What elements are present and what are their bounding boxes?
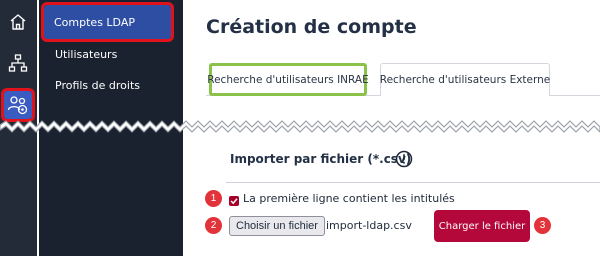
- import-section-title: Importer par fichier (*.csv): [230, 152, 412, 166]
- annotation-badge: 2: [205, 217, 222, 234]
- tab-label: Recherche d'utilisateurs INRAE: [207, 73, 369, 86]
- load-file-button[interactable]: Charger le fichier: [434, 210, 530, 242]
- network-icon[interactable]: [4, 49, 32, 77]
- home-icon[interactable]: [4, 8, 32, 36]
- submenu-item-comptes-ldap[interactable]: Comptes LDAP: [41, 2, 174, 42]
- tab-label: Recherche d'utilisateurs Externe: [379, 74, 551, 86]
- tab-recherche-externe[interactable]: Recherche d'utilisateurs Externe: [380, 63, 550, 96]
- annotation-badge: 3: [534, 217, 551, 234]
- submenu-item-profils-de-droits[interactable]: Profils de droits: [45, 75, 175, 95]
- choose-file-button[interactable]: Choisir un fichier: [229, 216, 325, 236]
- section-divider: [226, 182, 600, 183]
- tab-recherche-inrae[interactable]: Recherche d'utilisateurs INRAE: [207, 63, 369, 96]
- page-title: Création de compte: [206, 16, 417, 38]
- checkmark-icon: [230, 198, 238, 205]
- checkbox-label: La première ligne contient les intitulés: [243, 192, 455, 205]
- submenu-item-utilisateurs[interactable]: Utilisateurs: [45, 44, 175, 64]
- header-row-checkbox[interactable]: [229, 196, 239, 206]
- info-icon[interactable]: [395, 150, 413, 168]
- torn-edge-divider: [0, 120, 600, 133]
- selected-file-name: import-ldap.csv: [326, 219, 412, 232]
- submenu-item-label: Comptes LDAP: [54, 15, 135, 29]
- submenu-item-label: Utilisateurs: [55, 47, 118, 61]
- annotation-badge: 1: [205, 190, 222, 207]
- submenu-item-label: Profils de droits: [55, 78, 141, 92]
